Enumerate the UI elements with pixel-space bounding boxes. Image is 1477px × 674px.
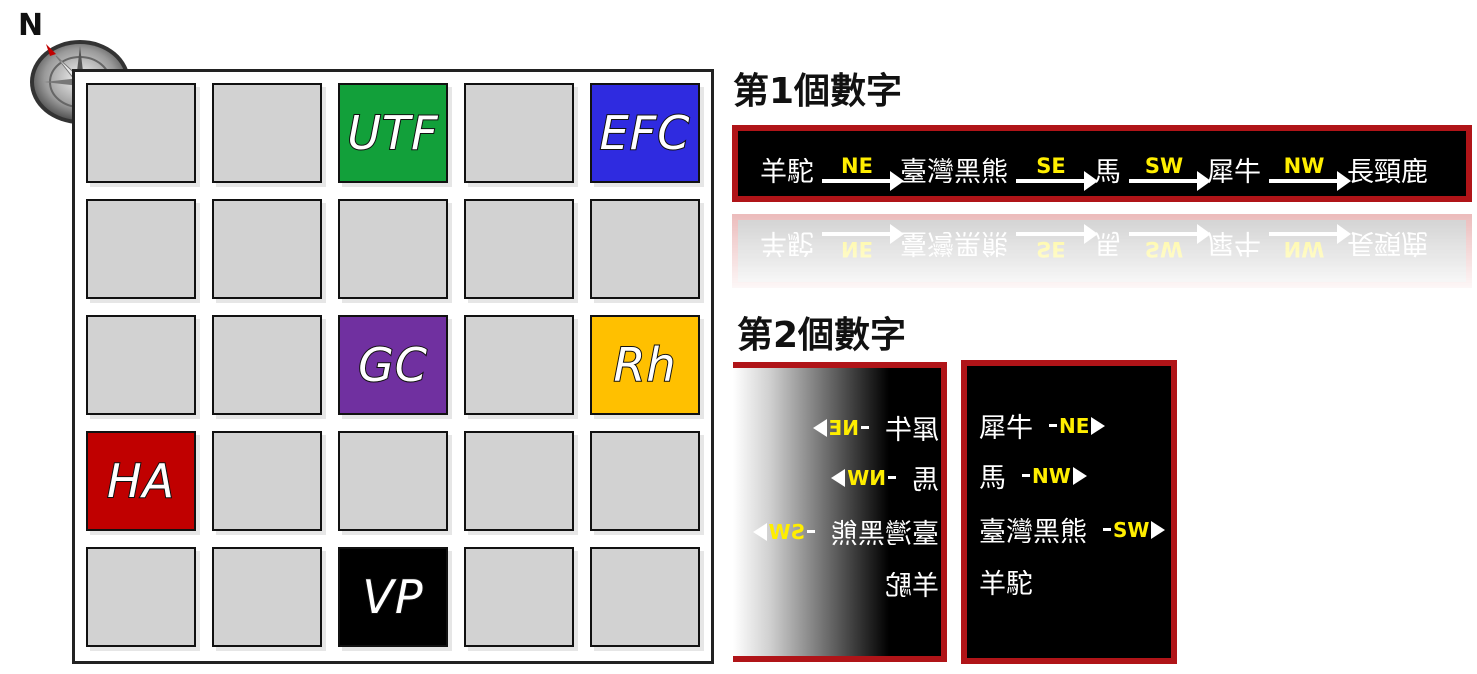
tile-empty bbox=[464, 431, 574, 531]
tile-vp: VP bbox=[338, 547, 448, 647]
direction-label: NW bbox=[1283, 154, 1325, 178]
clue2-item: 馬 NW bbox=[979, 456, 1087, 495]
animal-label: 臺灣黑熊 bbox=[900, 156, 1008, 188]
tile-empty bbox=[86, 199, 196, 299]
tile-label: VP bbox=[361, 569, 424, 625]
tile-empty bbox=[212, 83, 322, 183]
tile-utf: UTF bbox=[338, 83, 448, 183]
clue2-item: 羊駝 bbox=[979, 562, 1033, 601]
direction-label: SW bbox=[1144, 154, 1184, 178]
arrow-ne-icon: NE bbox=[1049, 413, 1106, 438]
clue2-title: 第2個數字 bbox=[737, 315, 907, 356]
animal-label: 長頸鹿 bbox=[1347, 156, 1428, 188]
tile-label: UTF bbox=[346, 105, 439, 161]
direction-label: SW bbox=[1113, 517, 1150, 542]
clue1-title: 第1個數字 bbox=[733, 71, 903, 112]
arrow-sw-icon: SW bbox=[1103, 517, 1166, 542]
clue1-reflection: 羊駝 NE 臺灣黑熊 SE 馬 SW 犀牛 NW 長頸鹿 bbox=[732, 214, 1472, 288]
animal-label: 犀牛 bbox=[979, 413, 1033, 444]
tile-empty bbox=[212, 315, 322, 415]
animal-label: 羊駝 bbox=[760, 156, 814, 188]
tile-gc: GC bbox=[338, 315, 448, 415]
direction-label: SE bbox=[1036, 154, 1066, 178]
arrow-se-icon: SE bbox=[1016, 154, 1098, 191]
animal-label: 馬 bbox=[979, 463, 1006, 494]
tile-empty bbox=[590, 199, 700, 299]
clue2-item: 臺灣黑熊 SW bbox=[979, 510, 1166, 549]
direction-label: NE bbox=[1059, 413, 1090, 438]
clue1-panel: 羊駝 NE 臺灣黑熊 SE 馬 SW 犀牛 NW 長頸鹿 bbox=[732, 125, 1472, 202]
tile-label: GC bbox=[357, 337, 428, 393]
animal-label: 羊駝 bbox=[979, 569, 1033, 600]
direction-label: NW bbox=[1032, 463, 1071, 488]
tile-empty bbox=[590, 547, 700, 647]
tile-empty bbox=[212, 199, 322, 299]
arrow-ne-icon: NE bbox=[822, 154, 904, 191]
tile-empty bbox=[338, 431, 448, 531]
tile-rh: Rh bbox=[590, 315, 700, 415]
tile-empty bbox=[212, 547, 322, 647]
tile-empty bbox=[212, 431, 322, 531]
animal-label: 犀牛 bbox=[1207, 156, 1261, 188]
tile-empty bbox=[590, 431, 700, 531]
animal-label: 馬 bbox=[1094, 156, 1121, 188]
tile-empty bbox=[86, 315, 196, 415]
direction-label: NE bbox=[841, 154, 873, 178]
clue2-mirror-panel: 犀牛 NE 馬 NW 臺灣黑熊 SW 羊駝 bbox=[733, 362, 947, 662]
tile-empty bbox=[86, 547, 196, 647]
tile-label: HA bbox=[106, 453, 176, 509]
tile-empty bbox=[464, 547, 574, 647]
animal-label: 臺灣黑熊 bbox=[979, 517, 1087, 548]
tile-empty bbox=[464, 83, 574, 183]
tile-label: EFC bbox=[599, 105, 691, 161]
tile-empty bbox=[464, 315, 574, 415]
tile-empty bbox=[464, 199, 574, 299]
clue2-panel: 犀牛 NE 馬 NW 臺灣黑熊 SW 羊駝 bbox=[961, 360, 1177, 664]
clue1-chain: 羊駝 NE 臺灣黑熊 SE 馬 SW 犀牛 NW 長頸鹿 bbox=[760, 139, 1428, 199]
clue2-item: 犀牛 NE bbox=[979, 406, 1106, 445]
arrow-sw-icon: SW bbox=[1129, 154, 1211, 191]
tile-efc: EFC bbox=[590, 83, 700, 183]
tile-empty bbox=[338, 199, 448, 299]
tile-empty bbox=[86, 83, 196, 183]
tile-label: Rh bbox=[612, 337, 677, 393]
tile-ha: HA bbox=[86, 431, 196, 531]
arrow-nw-icon: NW bbox=[1022, 465, 1087, 487]
arrow-nw-icon: NW bbox=[1269, 154, 1351, 191]
